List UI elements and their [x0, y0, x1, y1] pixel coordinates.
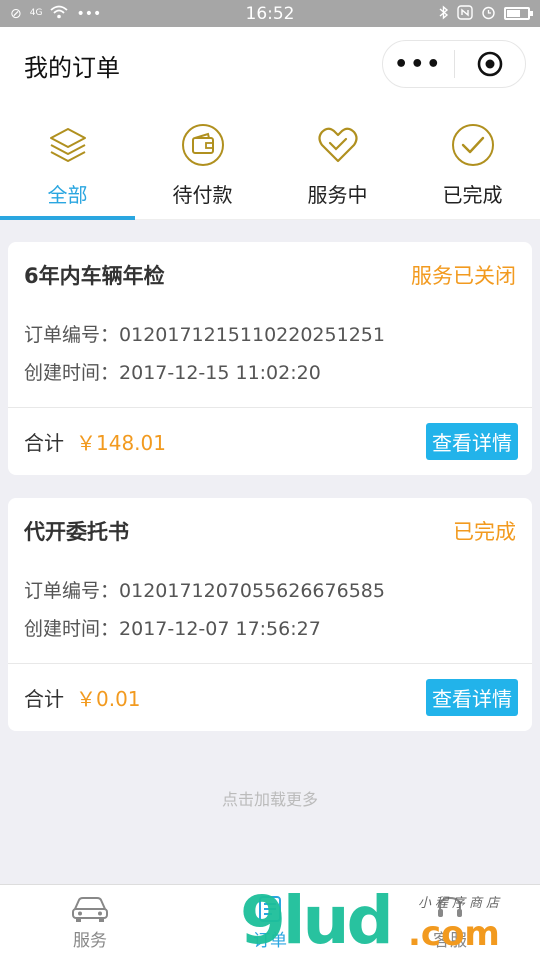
tab-all-label: 全部	[47, 183, 88, 207]
order-number-row: 订单编号： 0120171215110220251251	[24, 316, 516, 354]
tabbar-item-service[interactable]: 服务	[0, 885, 180, 960]
view-details-button[interactable]: 查看详情	[426, 423, 518, 460]
order-status: 服务已关闭	[411, 264, 516, 288]
order-card: 6年内车辆年检 服务已关闭 订单编号： 01201712151102202512…	[8, 242, 532, 475]
tab-completed[interactable]: 已完成	[405, 103, 540, 219]
alarm-icon	[481, 5, 496, 23]
created-time: 2017-12-15 11:02:20	[119, 362, 321, 384]
load-more-button[interactable]: 点击加载更多	[0, 786, 540, 810]
order-number: 0120171215110220251251	[119, 324, 385, 346]
heart-icon	[316, 123, 360, 167]
network-type-label: 4G	[29, 8, 43, 18]
order-name: 代开委托书	[24, 520, 129, 544]
total-label: 合计	[24, 431, 64, 455]
order-card: 代开委托书 已完成 订单编号： 0120171207055626676585 创…	[8, 498, 532, 731]
order-header: 代开委托书 已完成	[8, 498, 532, 564]
order-status: 已完成	[453, 520, 516, 544]
order-footer: 合计 ￥0.01 查看详情	[8, 663, 532, 731]
order-total: 合计 ￥148.01	[24, 427, 166, 456]
order-number: 0120171207055626676585	[119, 580, 385, 602]
order-header: 6年内车辆年检 服务已关闭	[8, 242, 532, 308]
close-mini-program-button[interactable]	[455, 50, 526, 78]
order-info: 订单编号： 0120171215110220251251 创建时间： 2017-…	[8, 308, 532, 392]
status-bar-left: ⊘ 4G •••	[10, 5, 101, 22]
view-details-button[interactable]: 查看详情	[426, 679, 518, 716]
status-bar-right	[439, 4, 533, 23]
battery-icon	[504, 7, 533, 20]
no-sim-icon: ⊘	[10, 5, 22, 22]
bluetooth-icon	[439, 4, 449, 23]
tabbar-service-label: 服务	[73, 931, 107, 951]
tabbar-item-orders[interactable]: 订单	[180, 885, 360, 960]
bottom-tab-bar: 服务 订单 客服	[0, 884, 540, 960]
headset-icon	[430, 894, 470, 924]
nfc-icon	[457, 4, 473, 23]
status-bar: ⊘ 4G ••• 16:52	[0, 0, 540, 27]
created-time: 2017-12-07 17:56:27	[119, 618, 321, 640]
created-time-label: 创建时间：	[24, 618, 120, 640]
order-footer: 合计 ￥148.01 查看详情	[8, 407, 532, 475]
order-status-tabs: 全部 待付款 服务中 已完成	[0, 103, 540, 220]
wifi-icon	[50, 5, 69, 22]
order-number-row: 订单编号： 0120171207055626676585	[24, 572, 516, 610]
wallet-icon	[181, 123, 225, 167]
order-total: 合计 ￥0.01	[24, 683, 141, 712]
tab-completed-label: 已完成	[442, 183, 503, 207]
total-label: 合计	[24, 687, 64, 711]
check-circle-icon	[451, 123, 495, 167]
layers-icon	[46, 123, 90, 167]
created-time-label: 创建时间：	[24, 362, 120, 384]
page-title: 我的订单	[24, 53, 120, 82]
navigation-bar: 我的订单 •••	[0, 27, 540, 103]
total-amount: ￥0.01	[76, 687, 141, 711]
order-info: 订单编号： 0120171207055626676585 创建时间： 2017-…	[8, 564, 532, 648]
order-name: 6年内车辆年检	[24, 264, 165, 288]
tabbar-orders-label: 订单	[253, 931, 287, 951]
created-time-row: 创建时间： 2017-12-07 17:56:27	[24, 610, 516, 648]
tab-in-service[interactable]: 服务中	[270, 103, 405, 219]
tab-pending-payment-label: 待付款	[172, 183, 233, 207]
total-amount: ￥148.01	[76, 431, 166, 455]
car-icon	[70, 894, 110, 924]
order-number-label: 订单编号：	[24, 324, 120, 346]
tabbar-item-customer-service[interactable]: 客服	[360, 885, 540, 960]
tab-pending-payment[interactable]: 待付款	[135, 103, 270, 219]
mini-program-capsule: •••	[382, 40, 526, 88]
tabbar-customer-service-label: 客服	[433, 931, 467, 951]
target-close-icon	[477, 51, 503, 77]
tab-all[interactable]: 全部	[0, 103, 135, 220]
order-list-icon	[250, 894, 290, 924]
more-status-icon: •••	[76, 5, 102, 22]
tab-in-service-label: 服务中	[307, 183, 368, 207]
created-time-row: 创建时间： 2017-12-15 11:02:20	[24, 354, 516, 392]
order-number-label: 订单编号：	[24, 580, 120, 602]
more-menu-button[interactable]: •••	[383, 52, 454, 77]
